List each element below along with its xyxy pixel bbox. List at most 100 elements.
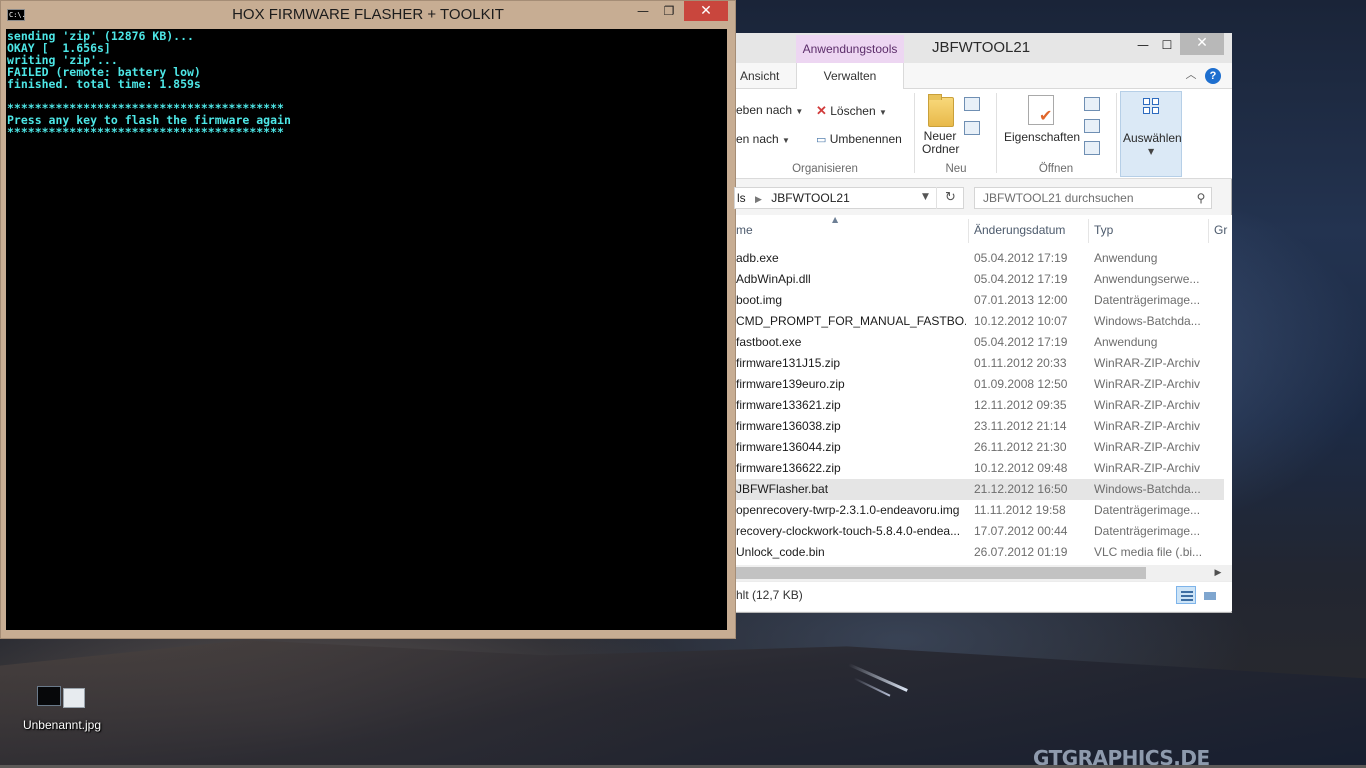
file-row[interactable]: JBFWFlasher.bat 21.12.2012 16:50 Windows-B…: [736, 479, 1224, 500]
maximize-button[interactable]: ❐: [656, 1, 682, 21]
chevron-down-icon: ▼: [1148, 147, 1155, 156]
select-grid-icon: [1143, 98, 1161, 116]
file-name: boot.img: [736, 293, 783, 307]
file-date: 10.12.2012 10:07: [974, 314, 1068, 328]
file-row[interactable]: Unlock_code.bin 26.07.2012 01:19 VLC media…: [736, 542, 1224, 563]
breadcrumb-current[interactable]: JBFWTOOL21: [771, 191, 849, 205]
easy-access-icon[interactable]: [964, 121, 980, 135]
file-row[interactable]: CMD_PROMPT_FOR_MANUAL_FASTBO... 10.12.201…: [736, 311, 1224, 332]
copy-to-label: en nach: [736, 132, 779, 146]
file-type: WinRAR-ZIP-Archiv: [1094, 419, 1201, 433]
tab-verwalten[interactable]: Verwalten: [796, 63, 904, 89]
search-placeholder: JBFWTOOL21 durchsuchen: [983, 191, 1134, 205]
address-dropdown-icon[interactable]: ▼: [922, 187, 929, 207]
file-row[interactable]: boot.img 07.01.2013 12:00 Datenträgerimage…: [736, 290, 1224, 311]
column-header-size[interactable]: Gr: [1214, 215, 1227, 245]
file-type: VLC media file (.bi...: [1094, 545, 1203, 559]
file-type: Windows-Batchda...: [1094, 314, 1201, 328]
file-name: Unlock_code.bin: [736, 545, 825, 559]
file-type: WinRAR-ZIP-Archiv: [1094, 377, 1201, 391]
explorer-window[interactable]: Anwendungstools JBFWTOOL21 — ☐ ✕ Ansicht…: [734, 33, 1232, 613]
status-bar: hlt (12,7 KB): [736, 581, 1232, 611]
chevron-down-icon: ▼: [878, 108, 887, 117]
explorer-titlebar[interactable]: Anwendungstools JBFWTOOL21 — ☐ ✕: [736, 33, 1232, 63]
select-label: Auswählen: [1123, 131, 1182, 145]
file-type: Datenträgerimage...: [1094, 503, 1201, 517]
breadcrumb-separator-icon[interactable]: ▶: [755, 194, 762, 204]
file-row[interactable]: AdbWinApi.dll 05.04.2012 17:19 Anwendungse…: [736, 269, 1224, 290]
column-header-date[interactable]: Änderungsdatum: [974, 215, 1065, 245]
file-name: firmware133621.zip: [736, 398, 841, 412]
file-type: Anwendung: [1094, 251, 1158, 265]
properties-button[interactable]: Eigenschaften: [1004, 130, 1080, 144]
search-icon[interactable]: ⚲: [1193, 188, 1209, 208]
file-row[interactable]: fastboot.exe 05.04.2012 17:19 Anwendung: [736, 332, 1224, 353]
file-date: 05.04.2012 17:19: [974, 251, 1068, 265]
file-row[interactable]: adb.exe 05.04.2012 17:19 Anwendung: [736, 248, 1224, 269]
scroll-right-icon[interactable]: ▶: [1210, 565, 1226, 581]
desktop-icon-label: Unbenannt.jpg: [22, 718, 102, 732]
collapse-ribbon-chevron-icon[interactable]: ︿: [1184, 68, 1198, 82]
scrollbar-thumb[interactable]: [736, 567, 1146, 579]
delete-button[interactable]: ✕ Löschen ▼: [816, 103, 887, 119]
file-row[interactable]: recovery-clockwork-touch-5.8.4.0-endea..…: [736, 521, 1224, 542]
file-date: 01.11.2012 20:33: [974, 356, 1067, 370]
copy-to-button[interactable]: en nach ▼: [736, 132, 790, 146]
file-date: 07.01.2013 12:00: [974, 293, 1068, 307]
select-button[interactable]: Auswählen ▼: [1120, 91, 1182, 177]
new-folder-button[interactable]: Neuer Ordner: [922, 130, 959, 156]
file-row[interactable]: firmware139euro.zip 01.09.2008 12:50 WinRA…: [736, 374, 1224, 395]
column-header-type[interactable]: Typ: [1094, 215, 1113, 245]
file-row[interactable]: openrecovery-twrp-2.3.1.0-endeavoru.img 1…: [736, 500, 1224, 521]
search-input[interactable]: JBFWTOOL21 durchsuchen ⚲: [974, 187, 1212, 209]
help-icon[interactable]: ?: [1205, 68, 1221, 84]
move-to-button[interactable]: eben nach ▼: [736, 103, 803, 117]
file-row[interactable]: firmware133621.zip 12.11.2012 09:35 WinRAR…: [736, 395, 1224, 416]
open-icon[interactable]: [1084, 97, 1100, 111]
ribbon-divider: [996, 93, 997, 173]
column-divider[interactable]: [1208, 219, 1209, 243]
group-neu-label: Neu: [945, 163, 967, 175]
file-date: 05.04.2012 17:19: [974, 272, 1068, 286]
file-date: 21.12.2012 16:50: [974, 482, 1068, 496]
close-button[interactable]: ✕: [1180, 33, 1224, 55]
desktop-icon-unbenannt[interactable]: Unbenannt.jpg: [20, 682, 104, 736]
close-button[interactable]: ✕: [684, 1, 728, 21]
column-divider[interactable]: [1088, 219, 1089, 243]
file-row[interactable]: firmware136044.zip 26.11.2012 21:30 WinRAR…: [736, 437, 1224, 458]
properties-icon[interactable]: [1028, 95, 1054, 125]
file-date: 05.04.2012 17:19: [974, 335, 1068, 349]
new-item-icon[interactable]: [964, 97, 980, 111]
horizontal-scrollbar[interactable]: ▶: [736, 565, 1232, 581]
file-name: fastboot.exe: [736, 335, 802, 349]
file-list[interactable]: ▲ me Änderungsdatum Typ Gr adb.exe 05.04.…: [736, 215, 1232, 565]
context-tab-anwendungstools[interactable]: Anwendungstools: [796, 35, 904, 63]
minimize-button[interactable]: —: [1132, 35, 1154, 55]
file-row[interactable]: firmware136038.zip 23.11.2012 21:14 WinRAR…: [736, 416, 1224, 437]
rename-button[interactable]: ▭ Umbenennen: [816, 132, 902, 146]
details-view-icon[interactable]: [1176, 586, 1196, 604]
console-window[interactable]: C:\. HOX FIRMWARE FLASHER + TOOLKIT — ❐ …: [0, 0, 736, 639]
column-divider[interactable]: [968, 219, 969, 243]
column-header-name[interactable]: me: [736, 215, 753, 245]
file-row[interactable]: firmware136622.zip 10.12.2012 09:48 WinRAR…: [736, 458, 1224, 479]
console-titlebar[interactable]: C:\. HOX FIRMWARE FLASHER + TOOLKIT — ❐ …: [1, 1, 735, 29]
maximize-button[interactable]: ☐: [1156, 35, 1178, 55]
file-name: openrecovery-twrp-2.3.1.0-endeavoru.img: [736, 503, 960, 517]
ribbon-divider: [914, 93, 915, 173]
refresh-icon[interactable]: ↻: [936, 187, 964, 209]
edit-icon[interactable]: [1084, 119, 1100, 133]
minimize-button[interactable]: —: [631, 1, 655, 21]
large-icons-view-icon[interactable]: [1199, 586, 1219, 604]
new-folder-icon[interactable]: [928, 94, 954, 127]
tab-ansicht[interactable]: Ansicht: [740, 63, 779, 89]
breadcrumb-parent[interactable]: ls: [737, 191, 746, 205]
address-bar[interactable]: ls ▶ JBFWTOOL21: [734, 187, 964, 209]
console-output[interactable]: sending 'zip' (12876 KB)... OKAY [ 1.656…: [6, 29, 727, 630]
file-name: firmware139euro.zip: [736, 377, 845, 391]
group-organisieren-label: Organisieren: [792, 163, 858, 175]
file-date: 01.09.2008 12:50: [974, 377, 1068, 391]
console-title: HOX FIRMWARE FLASHER + TOOLKIT: [232, 6, 504, 23]
history-icon[interactable]: [1084, 141, 1100, 155]
file-row[interactable]: firmware131J15.zip 01.11.2012 20:33 WinRAR…: [736, 353, 1224, 374]
